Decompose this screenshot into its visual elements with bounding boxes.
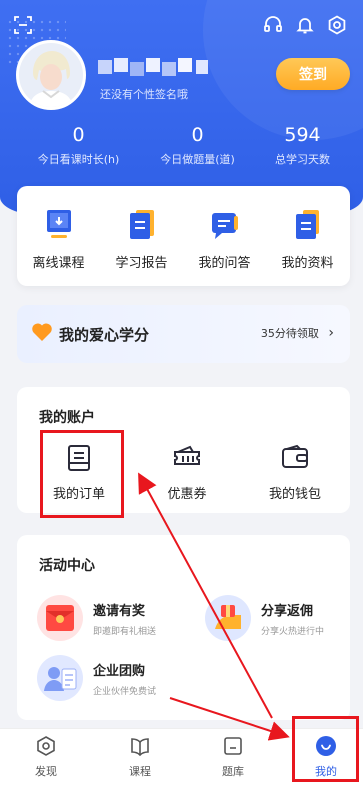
stat-value: 0	[191, 124, 204, 146]
account-item-label: 优惠券	[167, 487, 207, 502]
activity-enterprise[interactable]: 企业团购 企业伙伴免费试	[37, 655, 156, 701]
tool-label: 我的问答	[198, 256, 251, 271]
study-report-icon	[127, 208, 157, 242]
account-item-coupons[interactable]: 优惠券	[137, 443, 237, 502]
activity-title: 邀请有奖	[93, 603, 146, 619]
activity-subtitle: 分享火热进行中	[261, 626, 325, 637]
tool-label: 我的资料	[281, 256, 334, 271]
account-item-wallet[interactable]: 我的钱包	[245, 443, 345, 502]
tab-label: 发现	[35, 765, 57, 778]
tab-label: 课程	[129, 765, 151, 778]
stat-watch-time[interactable]: 0 今日看课时长(h)	[18, 124, 139, 167]
section-title: 活动中心	[39, 558, 95, 574]
stat-total-days[interactable]: 594 总学习天数	[242, 124, 363, 167]
stat-label: 总学习天数	[275, 153, 330, 166]
red-envelope-icon	[37, 595, 83, 641]
section-title: 我的账户	[39, 410, 95, 426]
love-credit-claim[interactable]: 35分待领取 ›	[261, 325, 334, 341]
customer-service-icon[interactable]	[262, 14, 284, 36]
annotation-highlight-profile-tab	[292, 716, 359, 782]
tool-my-materials[interactable]: 我的资料	[266, 208, 349, 271]
bio-text: 还没有个性签名哦	[100, 88, 188, 101]
activity-title: 分享返佣	[261, 603, 314, 619]
account-item-label: 我的钱包	[268, 487, 321, 502]
activity-card: 活动中心 邀请有奖 即邀即有礼相送 分享返佣 分享火热进行中 企业团购 企业伙伴…	[17, 535, 350, 720]
course-icon	[129, 735, 151, 757]
love-credit-title: 我的爱心学分	[59, 325, 150, 344]
annotation-highlight-orders	[40, 430, 124, 518]
qa-icon	[210, 208, 240, 242]
tab-label: 题库	[222, 765, 244, 778]
notification-bell-icon[interactable]	[294, 14, 316, 36]
avatar[interactable]	[16, 40, 86, 110]
activity-invite[interactable]: 邀请有奖 即邀即有礼相送	[37, 595, 156, 641]
tab-question-bank[interactable]: 题库	[203, 735, 263, 779]
checkin-button[interactable]: 签到	[276, 58, 350, 90]
profile-header: 还没有个性签名哦 签到 0 今日看课时长(h) 0 今日做题量(道) 594 总…	[0, 0, 363, 215]
tool-label: 离线课程	[32, 256, 85, 271]
activity-title: 企业团购	[93, 663, 146, 679]
username-masked	[98, 56, 214, 76]
activity-subtitle: 企业伙伴免费试	[93, 686, 157, 697]
stat-label: 今日做题量(道)	[160, 153, 235, 166]
stat-value: 0	[72, 124, 85, 146]
chevron-right-icon: ›	[328, 325, 334, 341]
coupon-icon	[172, 443, 202, 473]
love-credit-banner[interactable]: 我的爱心学分 35分待领取 ›	[17, 305, 350, 363]
tool-my-qa[interactable]: 我的问答	[183, 208, 266, 271]
discover-icon	[35, 735, 57, 757]
scan-icon[interactable]	[12, 14, 34, 36]
wallet-icon	[280, 443, 310, 473]
activity-subtitle: 即邀即有礼相送	[93, 626, 157, 637]
stat-label: 今日看课时长(h)	[37, 153, 120, 166]
question-bank-icon	[222, 735, 244, 757]
activity-share[interactable]: 分享返佣 分享火热进行中	[205, 595, 324, 641]
tool-label: 学习报告	[115, 256, 168, 271]
tool-study-report[interactable]: 学习报告	[100, 208, 183, 271]
stat-questions-done[interactable]: 0 今日做题量(道)	[137, 124, 258, 167]
tool-offline-course[interactable]: 离线课程	[17, 208, 100, 271]
tab-course[interactable]: 课程	[110, 735, 170, 779]
stat-value: 594	[284, 124, 321, 146]
settings-icon[interactable]	[326, 14, 348, 36]
heart-icon	[31, 322, 53, 346]
claim-text: 35分待领取	[260, 327, 319, 340]
offline-course-icon	[44, 208, 74, 242]
share-reward-icon	[205, 595, 251, 641]
materials-icon	[293, 208, 323, 242]
tools-card: 离线课程 学习报告 我的问答 我的资料	[17, 186, 350, 286]
tab-discover[interactable]: 发现	[16, 735, 76, 779]
enterprise-icon	[37, 655, 83, 701]
